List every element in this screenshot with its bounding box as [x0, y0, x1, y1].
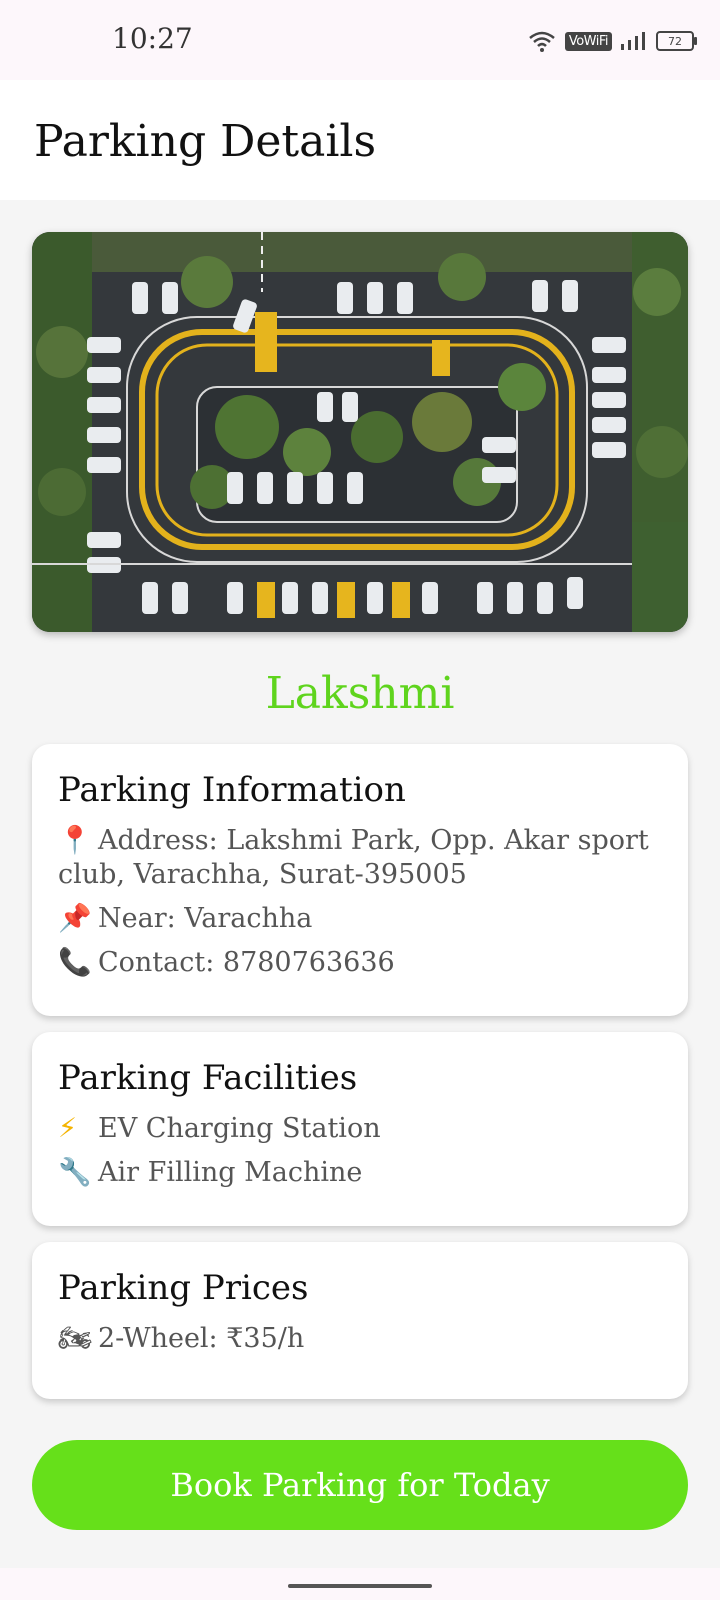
- wrench-icon: 🔧: [58, 1157, 92, 1188]
- battery-icon: 72: [656, 31, 697, 51]
- book-parking-button[interactable]: Book Parking for Today: [32, 1440, 688, 1530]
- near-row: 📌 Near: Varachha: [58, 902, 662, 936]
- parking-prices-card: Parking Prices 🏍 2-Wheel: ₹35/h: [32, 1242, 688, 1399]
- home-indicator[interactable]: [288, 1584, 432, 1588]
- price-label: 2-Wheel: ₹35/h: [98, 1323, 305, 1354]
- address-text: Address: Lakshmi Park, Opp. Akar sport c…: [58, 825, 649, 890]
- parking-lot-aerial-photo: [32, 232, 688, 632]
- near-text: Near: Varachha: [98, 903, 313, 934]
- page-title: Parking Details: [34, 116, 377, 167]
- status-bar: 10:27 VoWiFi 72: [0, 0, 720, 80]
- status-icons: VoWiFi 72: [527, 26, 697, 56]
- parking-information-title: Parking Information: [58, 770, 406, 810]
- parking-lot-image: [32, 232, 688, 632]
- motorcycle-icon: 🏍: [58, 1323, 93, 1354]
- parking-facilities-title: Parking Facilities: [58, 1058, 358, 1098]
- pin-icon: 📍: [58, 825, 92, 856]
- parking-name: Lakshmi: [265, 668, 455, 719]
- status-time: 10:27: [112, 22, 193, 55]
- vowifi-label: VoWiFi: [564, 31, 612, 51]
- price-item: 🏍 2-Wheel: ₹35/h: [58, 1322, 662, 1356]
- phone-icon: 📞: [58, 947, 92, 978]
- pushpin-icon: 📌: [58, 903, 92, 934]
- signal-icon: [621, 32, 645, 50]
- wifi-icon: [529, 31, 555, 52]
- facility-item: 🔧 Air Filling Machine: [58, 1156, 662, 1190]
- lightning-icon: ⚡: [58, 1113, 77, 1144]
- facility-label: EV Charging Station: [98, 1113, 381, 1144]
- parking-information-card: Parking Information 📍 Address: Lakshmi Pa…: [32, 744, 688, 1016]
- contact-row[interactable]: 📞 Contact: 8780763636: [58, 946, 662, 980]
- facility-item: ⚡ EV Charging Station: [58, 1112, 662, 1146]
- parking-prices-title: Parking Prices: [58, 1268, 309, 1308]
- contact-text[interactable]: Contact: 8780763636: [98, 947, 395, 978]
- parking-facilities-card: Parking Facilities ⚡ EV Charging Station …: [32, 1032, 688, 1226]
- address-row: 📍 Address: Lakshmi Park, Opp. Akar sport …: [58, 824, 662, 892]
- app-bar: Parking Details: [0, 80, 720, 200]
- facility-label: Air Filling Machine: [98, 1157, 363, 1188]
